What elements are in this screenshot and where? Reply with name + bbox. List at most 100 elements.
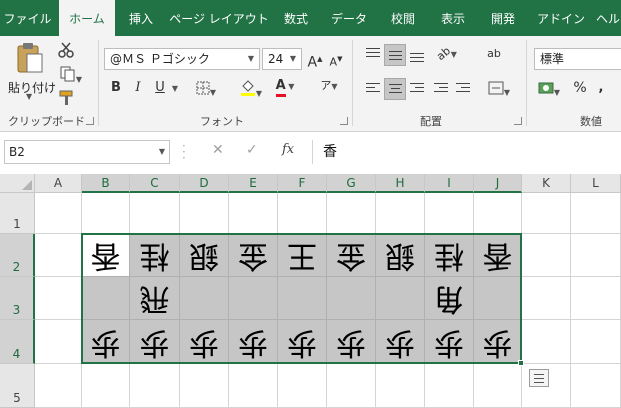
- cell-e3[interactable]: [229, 277, 278, 320]
- cut-button[interactable]: [56, 40, 76, 65]
- column-header-d[interactable]: D: [180, 174, 229, 193]
- orientation-button[interactable]: ab▼: [432, 44, 462, 65]
- cell-j3[interactable]: [474, 277, 522, 320]
- tab-page-layout[interactable]: ページ レイアウト: [168, 0, 270, 36]
- cell-d1[interactable]: [180, 193, 229, 234]
- grow-font-button[interactable]: A▲: [306, 49, 324, 73]
- row-header-1[interactable]: 1: [0, 193, 35, 234]
- cell-d2[interactable]: 銀: [180, 234, 229, 277]
- borders-button[interactable]: ▼: [192, 78, 220, 103]
- column-header-k[interactable]: K: [522, 174, 571, 193]
- cell-f5[interactable]: [278, 364, 327, 408]
- paste-button[interactable]: 貼り付け ▼: [6, 40, 56, 101]
- cell-g2[interactable]: 金: [327, 234, 376, 277]
- number-format-combo[interactable]: 標準: [534, 48, 621, 70]
- cell-k3[interactable]: [522, 277, 571, 320]
- cell-e1[interactable]: [229, 193, 278, 234]
- italic-button[interactable]: I: [128, 78, 148, 98]
- cell-c2[interactable]: 桂: [130, 234, 180, 277]
- column-header-i[interactable]: I: [425, 174, 474, 193]
- fill-handle[interactable]: [518, 360, 524, 366]
- cell-a4[interactable]: [35, 320, 82, 364]
- decrease-indent-button[interactable]: [430, 78, 452, 100]
- cell-e2[interactable]: 金: [229, 234, 278, 277]
- row-header-4[interactable]: 4: [0, 320, 35, 364]
- insert-function-icon[interactable]: fx: [282, 142, 294, 157]
- cell-l1[interactable]: [571, 193, 621, 234]
- font-color-button[interactable]: A ▼: [270, 76, 300, 97]
- cell-f4[interactable]: 歩: [278, 320, 327, 364]
- tab-data[interactable]: データ: [322, 0, 376, 36]
- align-center-button[interactable]: [384, 78, 406, 100]
- column-header-l[interactable]: L: [571, 174, 621, 193]
- cell-f3[interactable]: [278, 277, 327, 320]
- fill-color-button[interactable]: ▼: [236, 76, 266, 104]
- cell-k2[interactable]: [522, 234, 571, 277]
- cell-h4[interactable]: 歩: [376, 320, 425, 364]
- cell-b4[interactable]: 歩: [82, 320, 130, 364]
- tab-view[interactable]: 表示: [430, 0, 476, 36]
- cell-c3[interactable]: 飛: [130, 277, 180, 320]
- enter-icon[interactable]: ✓: [246, 142, 258, 158]
- accounting-format-button[interactable]: ▼: [536, 78, 562, 103]
- column-header-a[interactable]: A: [35, 174, 82, 193]
- cell-a3[interactable]: [35, 277, 82, 320]
- align-bottom-button[interactable]: [406, 44, 428, 66]
- cell-d4[interactable]: 歩: [180, 320, 229, 364]
- row-header-3[interactable]: 3: [0, 277, 35, 320]
- worksheet-grid[interactable]: ABCDEFGHIJKL12香桂銀金王金銀桂香3飛角4歩歩歩歩歩歩歩歩歩5: [0, 174, 621, 408]
- column-header-f[interactable]: F: [278, 174, 327, 193]
- cell-e4[interactable]: 歩: [229, 320, 278, 364]
- cell-f2[interactable]: 王: [278, 234, 327, 277]
- merge-center-button[interactable]: ▼: [482, 78, 516, 103]
- cell-i4[interactable]: 歩: [425, 320, 474, 364]
- alignment-dialog-launcher[interactable]: [514, 117, 522, 125]
- cell-i3[interactable]: 角: [425, 277, 474, 320]
- cell-k4[interactable]: [522, 320, 571, 364]
- align-left-button[interactable]: [362, 78, 384, 100]
- underline-dropdown-icon[interactable]: ▼: [170, 78, 180, 99]
- formula-input[interactable]: 香: [312, 140, 621, 164]
- cell-g1[interactable]: [327, 193, 376, 234]
- column-header-j[interactable]: J: [474, 174, 522, 193]
- cell-b2[interactable]: 香: [82, 234, 130, 277]
- cancel-icon[interactable]: ✕: [212, 142, 224, 158]
- column-header-g[interactable]: G: [327, 174, 376, 193]
- cell-l3[interactable]: [571, 277, 621, 320]
- column-header-b[interactable]: B: [82, 174, 130, 193]
- font-name-combo[interactable]: @ＭＳ Ｐゴシック ▼: [104, 48, 260, 70]
- underline-button[interactable]: U: [150, 78, 170, 98]
- cell-b1[interactable]: [82, 193, 130, 234]
- wrap-text-button[interactable]: ab: [482, 44, 506, 64]
- cell-b3[interactable]: [82, 277, 130, 320]
- cell-h1[interactable]: [376, 193, 425, 234]
- shrink-font-button[interactable]: A▼: [327, 49, 345, 73]
- tab-review[interactable]: 校閲: [380, 0, 426, 36]
- row-header-2[interactable]: 2: [0, 234, 35, 277]
- cell-i2[interactable]: 桂: [425, 234, 474, 277]
- column-header-h[interactable]: H: [376, 174, 425, 193]
- tab-file[interactable]: ファイル: [0, 0, 55, 36]
- column-header-e[interactable]: E: [229, 174, 278, 193]
- align-top-button[interactable]: [362, 44, 384, 66]
- tab-developer[interactable]: 開発: [480, 0, 526, 36]
- cell-j5[interactable]: [474, 364, 522, 408]
- font-size-combo[interactable]: 24 ▼: [262, 48, 302, 70]
- font-name-dropdown-icon[interactable]: ▼: [243, 49, 259, 69]
- cell-g4[interactable]: 歩: [327, 320, 376, 364]
- format-painter-button[interactable]: [56, 88, 76, 113]
- cell-j1[interactable]: [474, 193, 522, 234]
- name-box-dropdown-icon[interactable]: ▼: [159, 141, 165, 163]
- cell-f1[interactable]: [278, 193, 327, 234]
- cell-a5[interactable]: [35, 364, 82, 408]
- quick-analysis-icon[interactable]: [529, 369, 549, 387]
- bold-button[interactable]: B: [106, 78, 126, 98]
- cell-a2[interactable]: [35, 234, 82, 277]
- copy-button[interactable]: ▼: [56, 64, 86, 90]
- cell-g5[interactable]: [327, 364, 376, 408]
- cell-h2[interactable]: 銀: [376, 234, 425, 277]
- select-all-button[interactable]: [0, 174, 35, 193]
- cell-d5[interactable]: [180, 364, 229, 408]
- cell-d3[interactable]: [180, 277, 229, 320]
- font-dialog-launcher[interactable]: [340, 117, 348, 125]
